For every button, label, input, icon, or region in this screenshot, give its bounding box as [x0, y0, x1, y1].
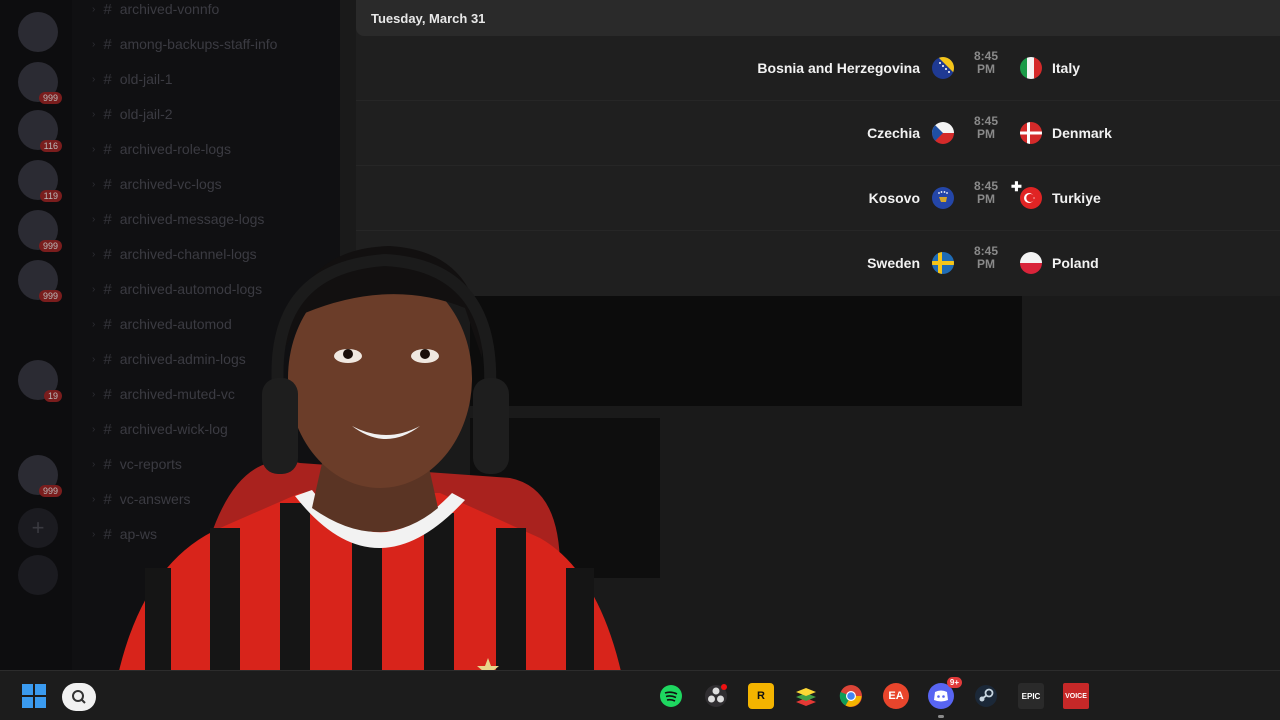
notification-badge: 9+	[946, 677, 962, 688]
obs-icon[interactable]	[703, 683, 729, 709]
server-icon[interactable]: 19	[18, 360, 62, 402]
match-time: 8:45 PM	[973, 114, 999, 141]
denmark-flag-icon	[1020, 122, 1042, 144]
channel-name: archived-vc-logs	[119, 176, 222, 192]
channel-item[interactable]: › # old-jail-2	[92, 103, 173, 125]
screen: 999 116 119 999 999 19 999 + › # archived-…	[0, 0, 1280, 720]
match-time: 8:45 PM	[973, 244, 999, 271]
server-icon[interactable]: 999	[18, 260, 62, 302]
server-icon[interactable]: 119	[18, 160, 62, 202]
streamer-webcam	[110, 246, 630, 720]
steam-icon[interactable]	[973, 683, 999, 709]
italy-flag-icon	[1020, 57, 1042, 79]
schedule-date: Tuesday, March 31	[371, 10, 486, 26]
unread-badge: 999	[38, 290, 62, 302]
chrome-icon[interactable]	[838, 683, 864, 709]
away-team: Italy	[1052, 60, 1081, 76]
sweden-flag-icon	[932, 252, 954, 274]
match-time: 8:45 PM	[973, 179, 999, 206]
unread-badge: 999	[38, 92, 62, 104]
home-team: Czechia	[867, 125, 920, 141]
running-indicator	[938, 715, 944, 718]
windows-start-icon[interactable]	[22, 684, 46, 708]
home-team: Sweden	[867, 255, 920, 271]
channel-name: archived-role-logs	[119, 141, 231, 157]
search-icon[interactable]	[62, 683, 96, 711]
unread-badge: 999	[38, 485, 62, 497]
czechia-flag-icon	[932, 122, 954, 144]
unread-badge: 119	[39, 190, 62, 202]
channel-name: archived-message-logs	[119, 211, 265, 227]
match-row[interactable]: Bosnia and Herzegovina 8:45 PM Italy	[356, 36, 1280, 101]
spotify-icon[interactable]	[658, 683, 684, 709]
bluestacks-icon[interactable]	[793, 683, 819, 709]
poland-flag-icon	[1020, 252, 1042, 274]
server-icon[interactable]: 999	[18, 455, 62, 497]
headphone-right	[473, 378, 509, 474]
channel-item[interactable]: › # archived-message-logs	[92, 208, 264, 230]
server-icon[interactable]: 999	[18, 210, 62, 252]
discord-icon[interactable]: 9+	[928, 677, 962, 709]
server-icon[interactable]: 999	[18, 62, 62, 104]
away-team: Turkiye	[1052, 190, 1101, 206]
channel-name: old-jail-1	[119, 71, 173, 87]
server-icon[interactable]: 116	[18, 110, 62, 152]
channel-item[interactable]: › # archived-vonnfo	[92, 0, 219, 20]
explore-icon[interactable]	[18, 555, 58, 595]
match-row[interactable]: Kosovo 8:45 PM Turkiye	[356, 166, 1280, 231]
schedule-date-header: Tuesday, March 31	[356, 0, 1280, 36]
match-row[interactable]: Czechia 8:45 PM Denmark	[356, 101, 1280, 166]
channel-name: old-jail-2	[119, 106, 173, 122]
match-time: 8:45 PM	[973, 49, 999, 76]
channel-item[interactable]: › # old-jail-1	[92, 68, 173, 90]
ea-icon[interactable]: EA	[883, 683, 909, 709]
channel-name: archived-vonnfo	[119, 1, 220, 17]
away-team: Poland	[1052, 255, 1099, 271]
add-server-icon[interactable]: +	[18, 508, 58, 548]
unread-badge: 19	[43, 390, 62, 402]
voicemeeter-icon[interactable]: VOICE	[1063, 683, 1089, 709]
home-team: Bosnia and Herzegovina	[757, 60, 920, 76]
headphone-left	[262, 378, 298, 474]
epic-games-icon[interactable]: EPIC	[1018, 683, 1044, 709]
kosovo-flag-icon	[932, 187, 954, 209]
unread-badge: 116	[39, 140, 62, 152]
taskbar: R EA 9+ EPIC VOICE	[0, 670, 1280, 720]
turkey-flag-icon	[1020, 187, 1042, 209]
channel-item[interactable]: › # archived-vc-logs	[92, 173, 222, 195]
channel-item[interactable]: › # among-backups-staff-info	[92, 33, 277, 55]
rockstar-icon[interactable]: R	[748, 683, 774, 709]
channel-item[interactable]: › # archived-role-logs	[92, 138, 231, 160]
channel-name: among-backups-staff-info	[119, 36, 278, 52]
server-icon[interactable]	[18, 12, 58, 52]
away-team: Denmark	[1052, 125, 1112, 141]
unread-badge: 999	[38, 240, 62, 252]
home-team: Kosovo	[868, 190, 920, 206]
server-list: 999 116 119 999 999 19 999 +	[0, 0, 72, 670]
bosnia-flag-icon	[932, 57, 954, 79]
cursor-icon: ✚	[1011, 179, 1022, 194]
